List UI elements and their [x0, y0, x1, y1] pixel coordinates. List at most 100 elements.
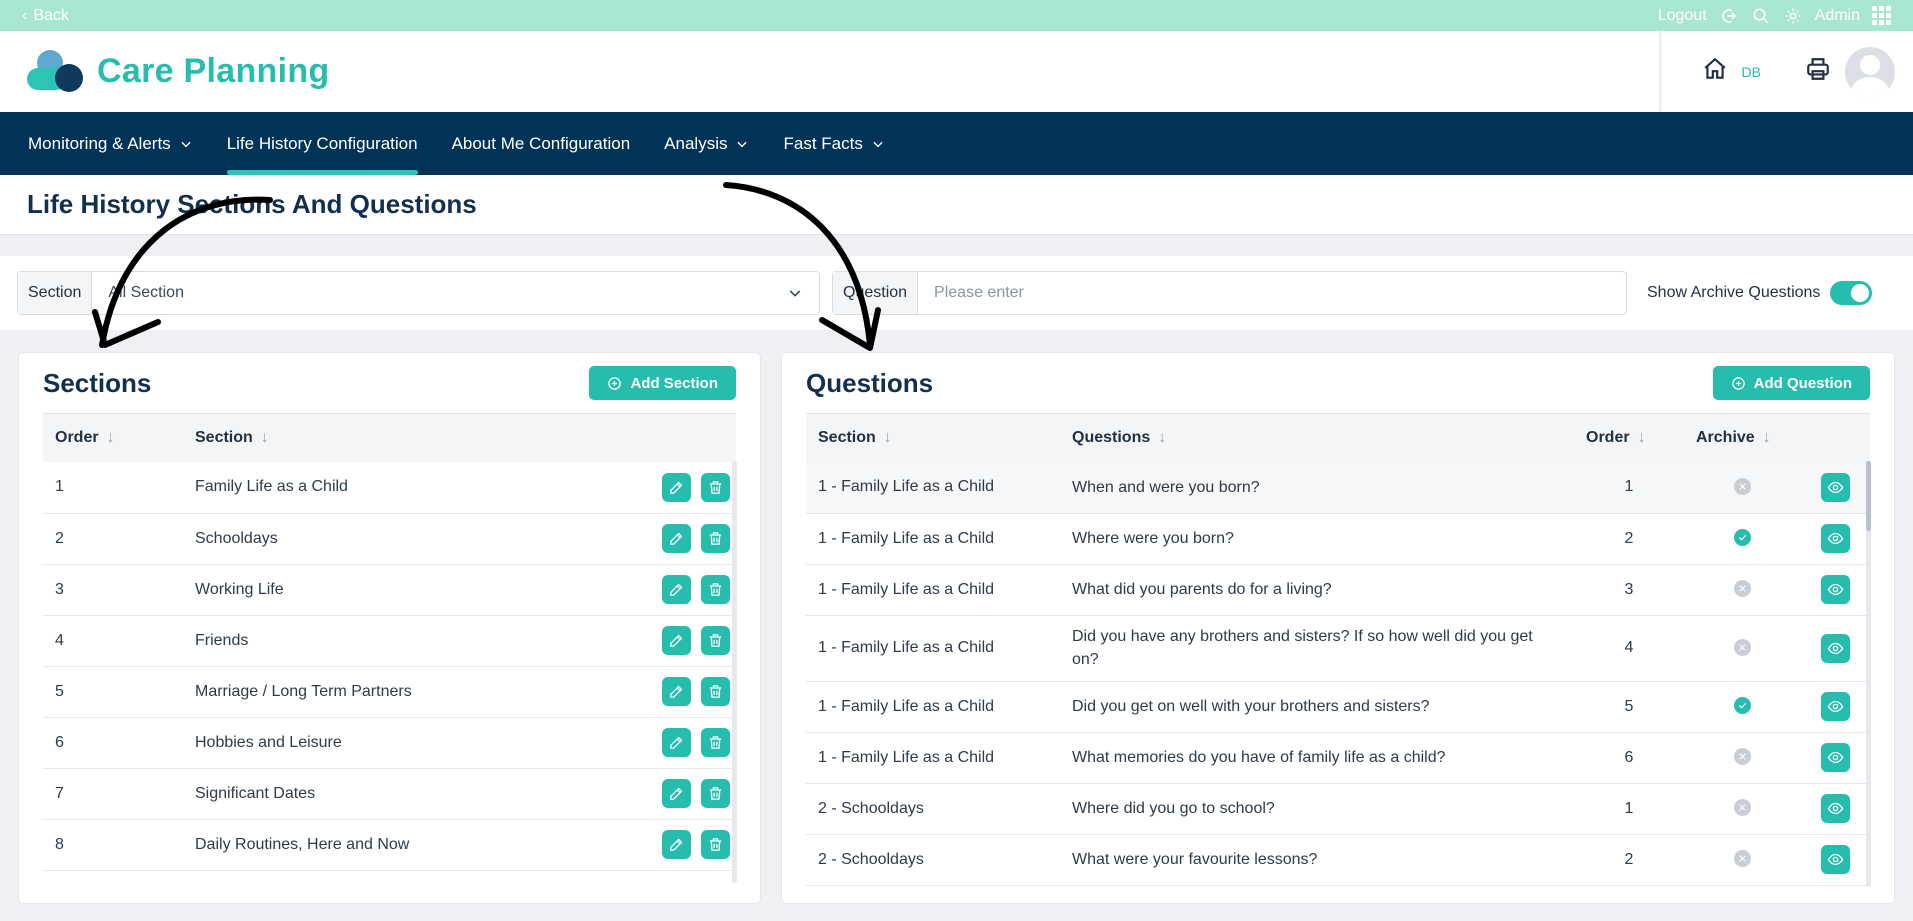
add-question-button[interactable]: Add Question	[1712, 366, 1870, 400]
question-section: 1 - Family Life as a Child	[818, 478, 995, 496]
view-icon[interactable]	[1820, 692, 1850, 721]
questions-card: Questions Add Question Section ↓ Question…	[781, 352, 1895, 904]
edit-icon[interactable]	[662, 575, 691, 604]
nav-monitoring-alerts[interactable]: Monitoring & Alerts	[28, 112, 193, 175]
table-row[interactable]: 8 Daily Routines, Here and Now	[43, 819, 736, 870]
column-header-section[interactable]: Section ↓	[806, 414, 1060, 462]
nav-fast-facts[interactable]: Fast Facts	[783, 112, 884, 175]
view-icon[interactable]	[1820, 472, 1850, 502]
column-header-order[interactable]: Order ↓	[43, 414, 183, 462]
question-order: 2	[1624, 529, 1634, 547]
delete-icon[interactable]	[701, 728, 730, 757]
row-actions	[1800, 783, 1870, 834]
table-row[interactable]: 1 - Family Life as a Child What did you p…	[806, 564, 1870, 615]
row-actions	[626, 564, 736, 615]
table-row[interactable]: 1 - Family Life as a Child Did you have a…	[806, 615, 1870, 681]
view-icon[interactable]	[1820, 845, 1850, 874]
table-row[interactable]: 1 - Family Life as a Child Did you get on…	[806, 681, 1870, 732]
sections-card: Sections Add Section Order ↓ Section ↓ 1 Fa…	[18, 352, 761, 904]
edit-icon[interactable]	[662, 830, 691, 859]
edit-icon[interactable]	[662, 472, 691, 502]
add-section-button[interactable]: Add Section	[589, 366, 736, 400]
edit-icon[interactable]	[662, 524, 691, 553]
app-name: Care Planning	[97, 52, 330, 90]
question-archive-status	[1684, 681, 1800, 732]
column-header-archive[interactable]: Archive ↓	[1684, 414, 1800, 462]
column-header-section[interactable]: Section ↓	[183, 414, 626, 462]
home-icon[interactable]	[1702, 56, 1728, 87]
main-nav: Monitoring & Alerts Life History Configu…	[0, 112, 1913, 175]
table-row[interactable]: 3 Working Life	[43, 564, 736, 615]
nav-about-me-configuration[interactable]: About Me Configuration	[452, 112, 631, 175]
delete-icon[interactable]	[701, 779, 730, 808]
table-row[interactable]: 2 Schooldays	[43, 513, 736, 564]
table-row[interactable]: 1 - Family Life as a Child When and were …	[806, 462, 1870, 513]
table-row[interactable]: 1 - Family Life as a Child What memories …	[806, 732, 1870, 783]
table-row[interactable]: 2 - Schooldays Where did you go to school…	[806, 783, 1870, 834]
apps-grid-icon[interactable]	[1872, 6, 1891, 25]
question-order: 3	[1624, 580, 1634, 598]
table-header-row: Order ↓ Section ↓	[43, 414, 736, 462]
gear-icon[interactable]	[1783, 6, 1803, 26]
edit-icon[interactable]	[662, 728, 691, 757]
sort-arrow-icon: ↓	[1158, 429, 1167, 446]
home-tag[interactable]: DB	[1742, 64, 1761, 80]
logout-icon[interactable]	[1719, 6, 1739, 26]
row-actions	[1800, 513, 1870, 564]
row-actions	[626, 717, 736, 768]
table-row[interactable]: 4 Friends	[43, 615, 736, 666]
delete-icon[interactable]	[701, 677, 730, 706]
admin-label[interactable]: Admin	[1815, 7, 1860, 25]
delete-icon[interactable]	[701, 472, 730, 502]
print-icon[interactable]	[1805, 56, 1831, 87]
column-header-actions	[626, 414, 736, 462]
table-row[interactable]: 7 Significant Dates	[43, 768, 736, 819]
delete-icon[interactable]	[701, 524, 730, 553]
table-row[interactable]: 2 - Schooldays What were your favourite l…	[806, 834, 1870, 885]
column-header-order[interactable]: Order ↓	[1574, 414, 1684, 462]
view-icon[interactable]	[1820, 524, 1850, 553]
section-name: Significant Dates	[195, 784, 316, 802]
question-search-input[interactable]: Please enter	[918, 272, 1626, 314]
view-icon[interactable]	[1820, 794, 1850, 823]
section-select[interactable]: All Section	[92, 272, 819, 314]
question-archive-status	[1684, 783, 1800, 834]
question-search-placeholder: Please enter	[934, 284, 1024, 301]
question-text: When and were you born?	[1072, 478, 1260, 496]
edit-icon[interactable]	[662, 779, 691, 808]
table-row[interactable]: 1 Family Life as a Child	[43, 462, 736, 513]
table-row[interactable]: 5 Marriage / Long Term Partners	[43, 666, 736, 717]
archive-toggle[interactable]	[1830, 281, 1873, 305]
app-logo[interactable]: Care Planning	[27, 49, 330, 94]
edit-icon[interactable]	[662, 677, 691, 706]
sections-scrollbar[interactable]	[732, 461, 737, 883]
table-row[interactable]: 1 - Family Life as a Child Where were you…	[806, 513, 1870, 564]
avatar[interactable]	[1845, 46, 1895, 97]
top-strip: ‹ Back Logout Admin	[0, 0, 1913, 31]
logout-link[interactable]: Logout	[1658, 7, 1707, 25]
questions-scrollbar[interactable]	[1866, 461, 1871, 887]
sort-arrow-icon: ↓	[1762, 429, 1771, 446]
search-icon[interactable]	[1751, 6, 1771, 26]
delete-icon[interactable]	[701, 575, 730, 604]
delete-icon[interactable]	[701, 830, 730, 859]
view-icon[interactable]	[1820, 633, 1850, 663]
sections-table-body: 1 Family Life as a Child 2 Schooldays 3 Worki…	[43, 462, 736, 870]
question-order: 6	[1624, 748, 1634, 766]
section-name: Working Life	[195, 580, 284, 598]
view-icon[interactable]	[1820, 743, 1850, 772]
back-link[interactable]: ‹ Back	[22, 7, 69, 25]
view-icon[interactable]	[1820, 575, 1850, 604]
nav-analysis[interactable]: Analysis	[664, 112, 749, 175]
nav-life-history-configuration[interactable]: Life History Configuration	[226, 112, 418, 175]
section-order: 8	[55, 835, 64, 853]
archive-toggle-group: Show Archive Questions	[1647, 281, 1873, 305]
edit-icon[interactable]	[662, 626, 691, 655]
page-title: Life History Sections And Questions	[27, 189, 477, 219]
table-row[interactable]: 6 Hobbies and Leisure	[43, 717, 736, 768]
column-header-questions[interactable]: Questions ↓	[1060, 414, 1574, 462]
chevron-down-icon	[873, 141, 883, 147]
section-name: Family Life as a Child	[195, 478, 348, 496]
page-title-bar: Life History Sections And Questions	[0, 175, 1913, 235]
delete-icon[interactable]	[701, 626, 730, 655]
